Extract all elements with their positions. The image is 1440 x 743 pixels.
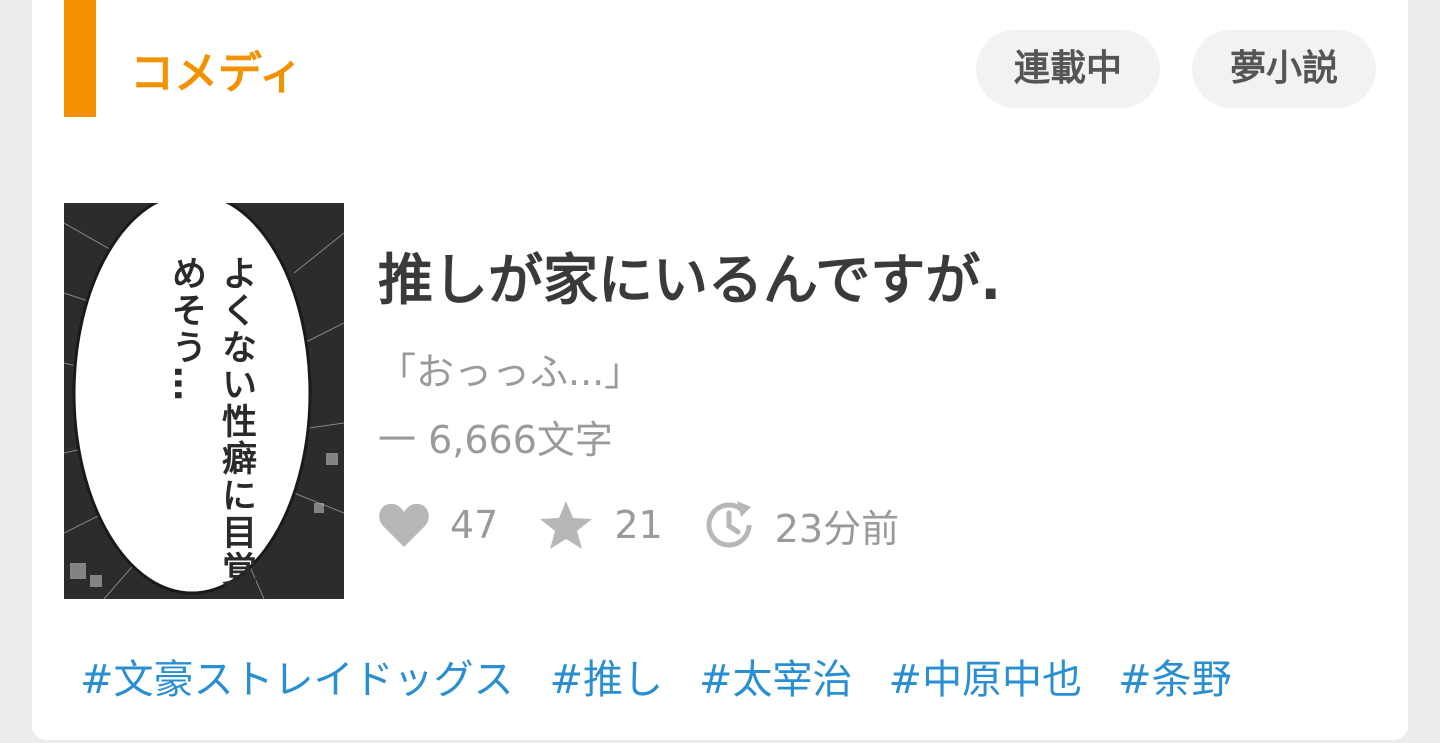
work-excerpt: 「おっっふ...」 [378, 350, 643, 394]
stats-row: 47 21 23分前 [378, 495, 899, 555]
likes-stat: 47 [378, 501, 498, 549]
cover-image[interactable]: よくない性癖に目覚めそう… [64, 203, 344, 599]
genre-label[interactable]: コメディ [130, 44, 303, 104]
tag-link[interactable]: #中原中也 [889, 650, 1083, 710]
work-card[interactable]: コメディ 連載中 夢小説 よくない性癖に目覚めそう… 推しが家にいるんですが. … [32, 0, 1408, 740]
stars-count: 21 [614, 503, 663, 547]
heart-icon [379, 503, 429, 547]
cover-caption: よくない性癖に目覚めそう… [166, 255, 256, 588]
updated-time: 23分前 [774, 506, 900, 551]
tag-link[interactable]: #文豪ストレイドッグス [80, 650, 514, 710]
clock-refresh-icon [706, 501, 752, 548]
tag-link[interactable]: #推し [550, 650, 664, 710]
category-chip-dream-novel[interactable]: 夢小説 [1192, 30, 1376, 108]
genre-accent-bar [64, 0, 96, 117]
work-title[interactable]: 推しが家にいるんですが. [378, 244, 1001, 316]
tag-link[interactable]: #条野 [1118, 650, 1232, 710]
tag-link[interactable]: #太宰治 [699, 650, 853, 710]
stars-stat: 21 [538, 499, 663, 551]
status-chip-serializing[interactable]: 連載中 [976, 30, 1160, 108]
likes-count: 47 [450, 503, 499, 547]
tag-list: #文豪ストレイドッグス #推し #太宰治 #中原中也 #条野 [80, 650, 1376, 710]
star-icon [540, 501, 593, 549]
updated-stat: 23分前 [703, 498, 899, 553]
character-count: 一 6,666文字 [378, 418, 613, 462]
